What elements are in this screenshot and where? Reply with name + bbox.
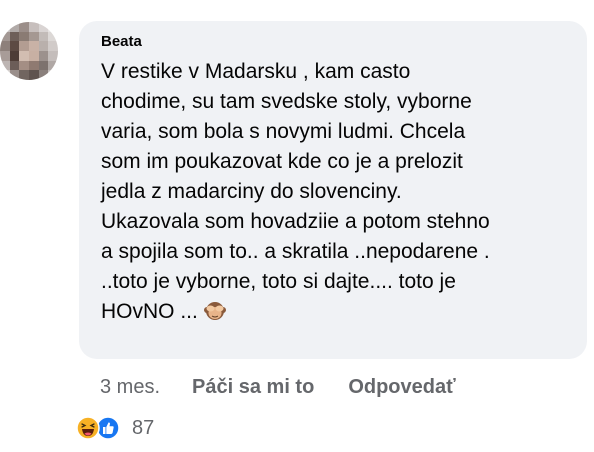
comment-actions: 3 mes. Páči sa mi to Odpovedať <box>100 373 456 401</box>
reaction-summary[interactable]: 87 <box>76 414 154 442</box>
avatar[interactable] <box>0 22 58 80</box>
comment-bubble: Beata V restike v Madarsku , kam casto c… <box>79 21 587 359</box>
comment-container: Beata V restike v Madarsku , kam casto c… <box>0 0 594 452</box>
reaction-count: 87 <box>132 416 155 439</box>
see-no-evil-monkey-icon <box>203 302 226 321</box>
comment-timestamp[interactable]: 3 mes. <box>100 376 160 399</box>
reaction-icons <box>76 414 132 442</box>
reply-button[interactable]: Odpovedať <box>348 376 455 399</box>
comment-text: V restike v Madarsku , kam casto chodime… <box>101 60 490 323</box>
comment-text-block: V restike v Madarsku , kam casto chodime… <box>101 57 565 327</box>
like-button[interactable]: Páči sa mi to <box>192 376 314 399</box>
haha-icon <box>76 416 100 440</box>
comment-author[interactable]: Beata <box>101 33 565 51</box>
